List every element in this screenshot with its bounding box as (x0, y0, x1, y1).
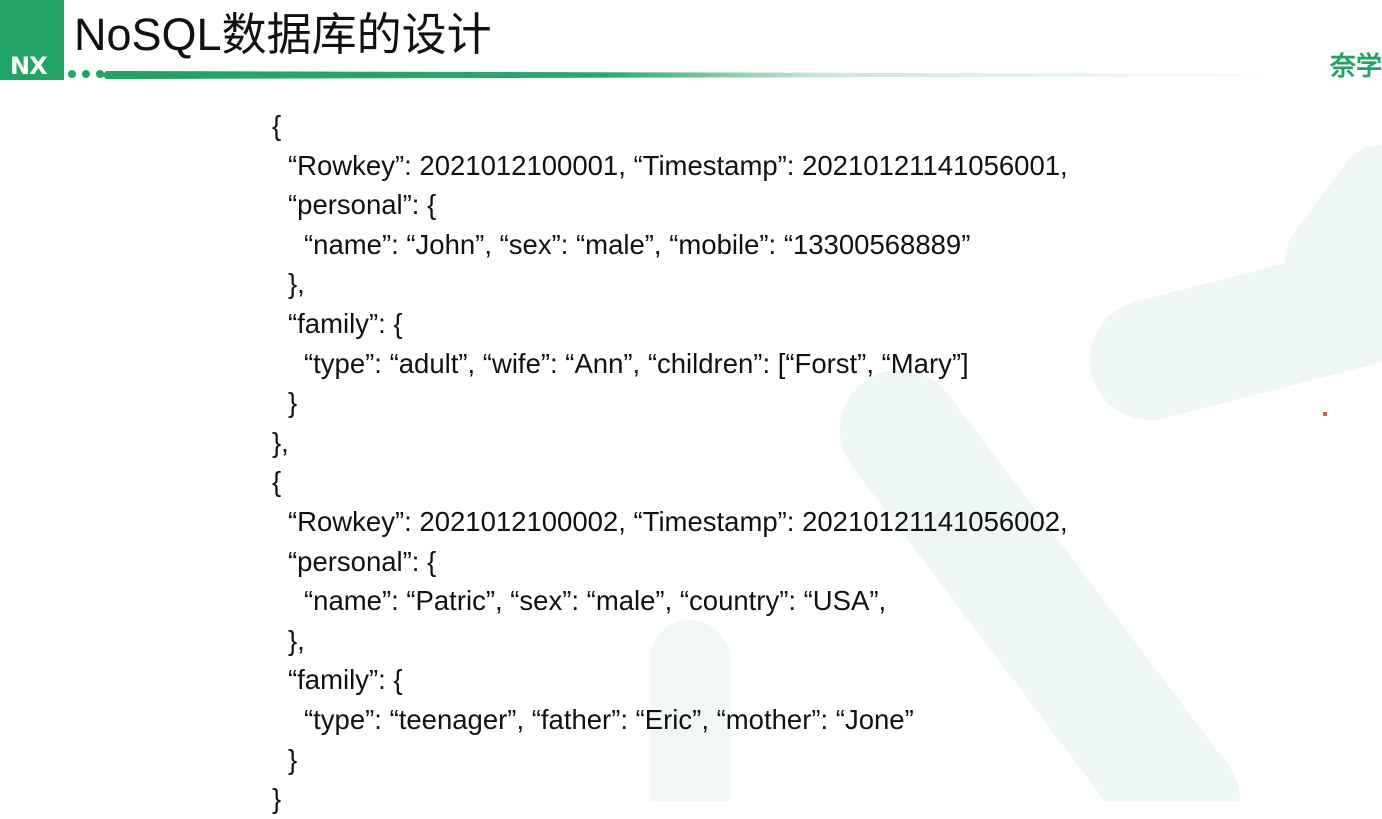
slide-header: NX NoSQL数据库的设计 奈学 (0, 0, 1382, 84)
logo-dot (82, 70, 90, 78)
code-line: } (272, 783, 282, 815)
code-line: “personal”: { (288, 189, 437, 221)
page-title: NoSQL数据库的设计 (74, 9, 492, 60)
code-line: “family”: { (288, 664, 403, 696)
code-line: { (272, 110, 282, 141)
logo-text: NX (10, 52, 48, 80)
code-line: “Rowkey”: 2021012100002, “Timestamp”: 20… (288, 505, 1068, 537)
title-underline (102, 71, 1302, 79)
code-line: } (288, 387, 298, 419)
code-line: “type”: “adult”, “wife”: “Ann”, “childre… (304, 347, 969, 379)
code-line: “name”: “John”, “sex”: “male”, “mobile”:… (304, 228, 971, 260)
code-line: }, (288, 268, 305, 300)
code-line: “family”: { (288, 307, 403, 339)
code-line: }, (272, 426, 289, 458)
code-line: } (288, 743, 298, 775)
code-line: }, (288, 624, 305, 656)
brand-text: 奈学 (1329, 52, 1382, 82)
logo-dot (68, 70, 76, 78)
watermark-stroke-right (1090, 240, 1382, 420)
code-line: { (272, 466, 282, 498)
code-block: {“Rowkey”: 2021012100001, “Timestamp”: 2… (272, 106, 1068, 819)
logo-block: NX (0, 0, 64, 80)
code-line: “personal”: { (288, 545, 437, 577)
watermark-stroke-corner (1285, 145, 1382, 305)
code-line: “name”: “Patric”, “sex”: “male”, “countr… (304, 585, 887, 617)
code-line: “type”: “teenager”, “father”: “Eric”, “m… (304, 703, 914, 735)
logo-dots (66, 66, 106, 78)
code-line: “Rowkey”: 2021012100001, “Timestamp”: 20… (288, 149, 1068, 181)
red-marker (1323, 412, 1327, 416)
